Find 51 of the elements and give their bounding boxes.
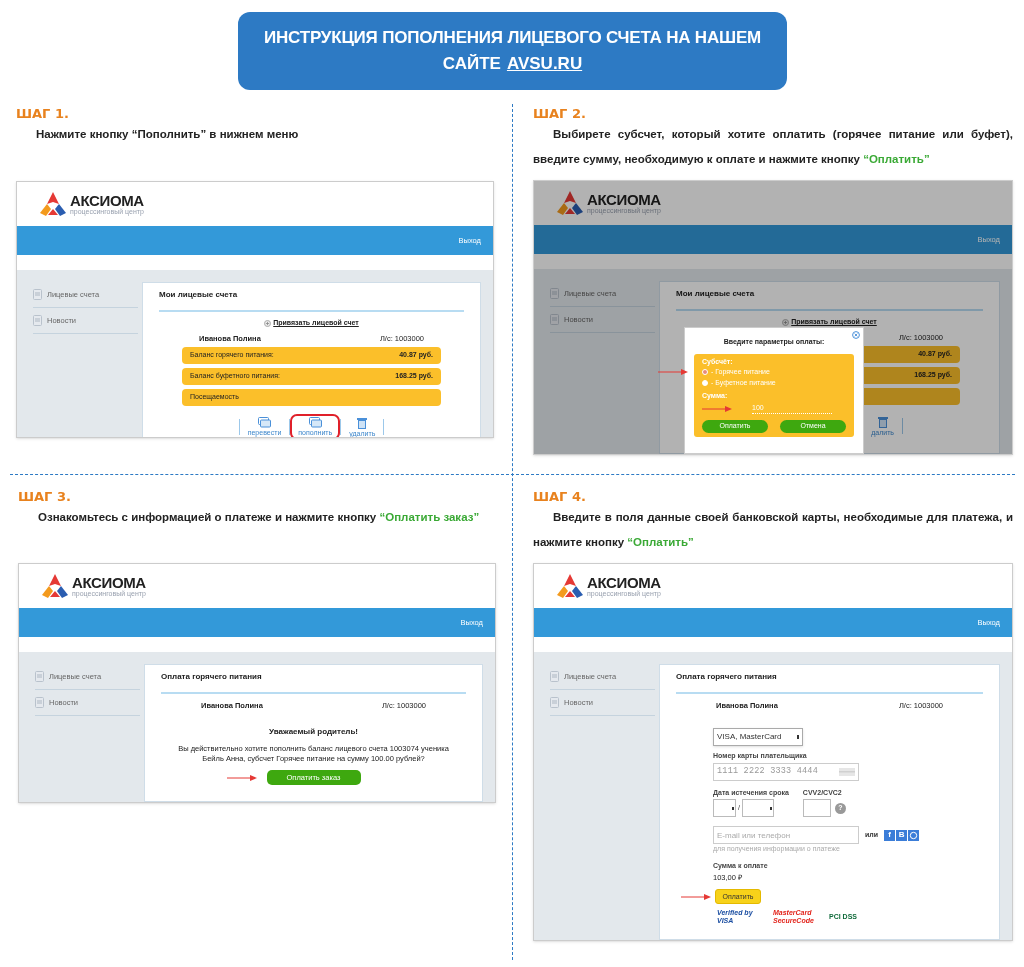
card-icon <box>839 767 855 776</box>
close-icon <box>852 331 860 339</box>
step-label: ШАГ 4. <box>533 488 586 506</box>
instruction-text: Введите в поля данные своей банковской карты, необходимые для платежа, и нажмите кнопку “Оплатить” <box>533 510 1013 550</box>
add-icon <box>264 319 272 327</box>
card-number-field[interactable]: 1111 2222 3333 4444 <box>713 762 859 781</box>
message-heading: Уважаемый родитель! <box>267 726 360 738</box>
logo-icon <box>556 573 584 599</box>
email-field[interactable]: E-mail или телефон <box>713 826 859 844</box>
banner-title: ИНСТРУКЦИЯ ПОПОЛНЕНИЯ ЛИЦЕВОГО СЧЕТА НА НАШЕМ <box>264 27 761 49</box>
panel-title: Оплата горячего питания <box>676 671 777 683</box>
expiry-select[interactable] <box>713 799 736 817</box>
step-label: ШАГ 2. <box>533 105 586 123</box>
add-icon <box>782 318 790 326</box>
logo-name: АКСИОМА <box>70 193 144 208</box>
logo-icon <box>41 573 69 599</box>
radio-button[interactable] <box>702 379 708 386</box>
trash-icon <box>357 416 368 429</box>
social-login-button[interactable]: В <box>896 829 908 841</box>
instruction-text: Ознакомьтесь с информацией о платеже и нажмите кнопку “Оплатить заказ” <box>37 510 481 525</box>
cards-icon <box>308 417 322 428</box>
document-icon <box>33 315 42 326</box>
social-login-icon <box>908 829 920 841</box>
document-icon <box>33 289 42 300</box>
trash-icon <box>877 415 888 428</box>
logo-name: АКСИОМА <box>587 575 661 590</box>
social-login-button[interactable]: f <box>884 829 896 841</box>
cards-icon <box>258 417 271 428</box>
document-icon <box>550 288 559 299</box>
panel-title: Оплата горячего питания <box>161 671 262 683</box>
expiry-select[interactable] <box>741 799 774 817</box>
step-label: ШАГ 3. <box>18 488 71 506</box>
logo-icon <box>556 190 584 216</box>
document-icon <box>35 697 44 708</box>
banner-title: САЙТЕ <box>442 53 501 75</box>
document-icon <box>550 671 559 682</box>
cvv-field[interactable] <box>802 799 831 817</box>
instruction-text: Выбирете субсчет, который хотите оплатить (горячее питание или буфет), введите сумму, необходимую к оплате и нажмите кнопку “Оплатить” <box>533 127 1013 167</box>
card-type-select[interactable]: VISA, MasterCard <box>713 728 803 746</box>
logo-icon <box>39 191 67 217</box>
radio-button[interactable] <box>702 369 708 376</box>
document-icon <box>35 671 44 682</box>
site-link[interactable]: AVSU.RU <box>506 53 583 75</box>
panel-title: Мои лицевые счета <box>676 288 755 300</box>
logo-name: АКСИОМА <box>587 192 661 207</box>
step-label: ШАГ 1. <box>16 105 69 123</box>
logo-name: АКСИОМА <box>72 575 146 590</box>
document-icon <box>550 697 559 708</box>
instruction-text: Нажмите кнопку “Пополнить” в нижнем меню <box>35 127 300 142</box>
document-icon <box>550 314 559 325</box>
panel-title: Мои лицевые счета <box>159 289 238 301</box>
